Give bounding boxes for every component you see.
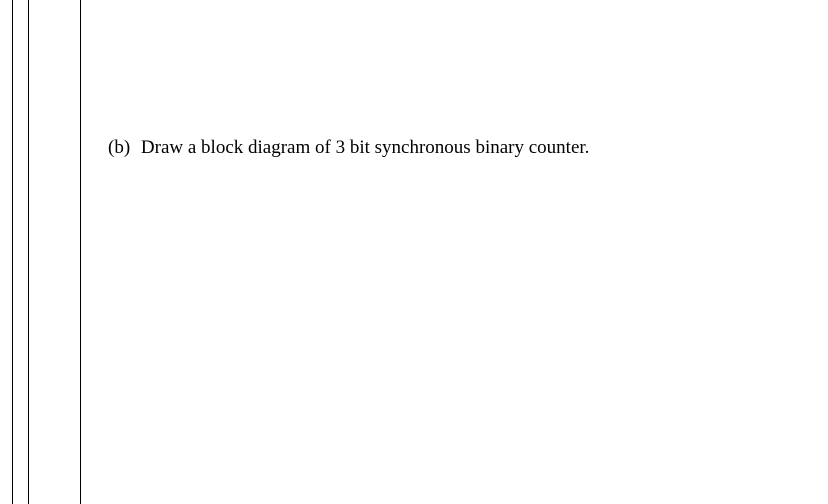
- column-divider: [80, 0, 81, 504]
- question-body: Draw a block diagram of 3 bit synchronou…: [141, 137, 590, 158]
- question-line: (b) Draw a block diagram of 3 bit synchr…: [108, 135, 798, 162]
- question-label: (b): [108, 137, 130, 158]
- page-inner-border: [28, 0, 29, 504]
- question-content: (b) Draw a block diagram of 3 bit synchr…: [108, 135, 798, 162]
- page-outer-border: [12, 0, 13, 504]
